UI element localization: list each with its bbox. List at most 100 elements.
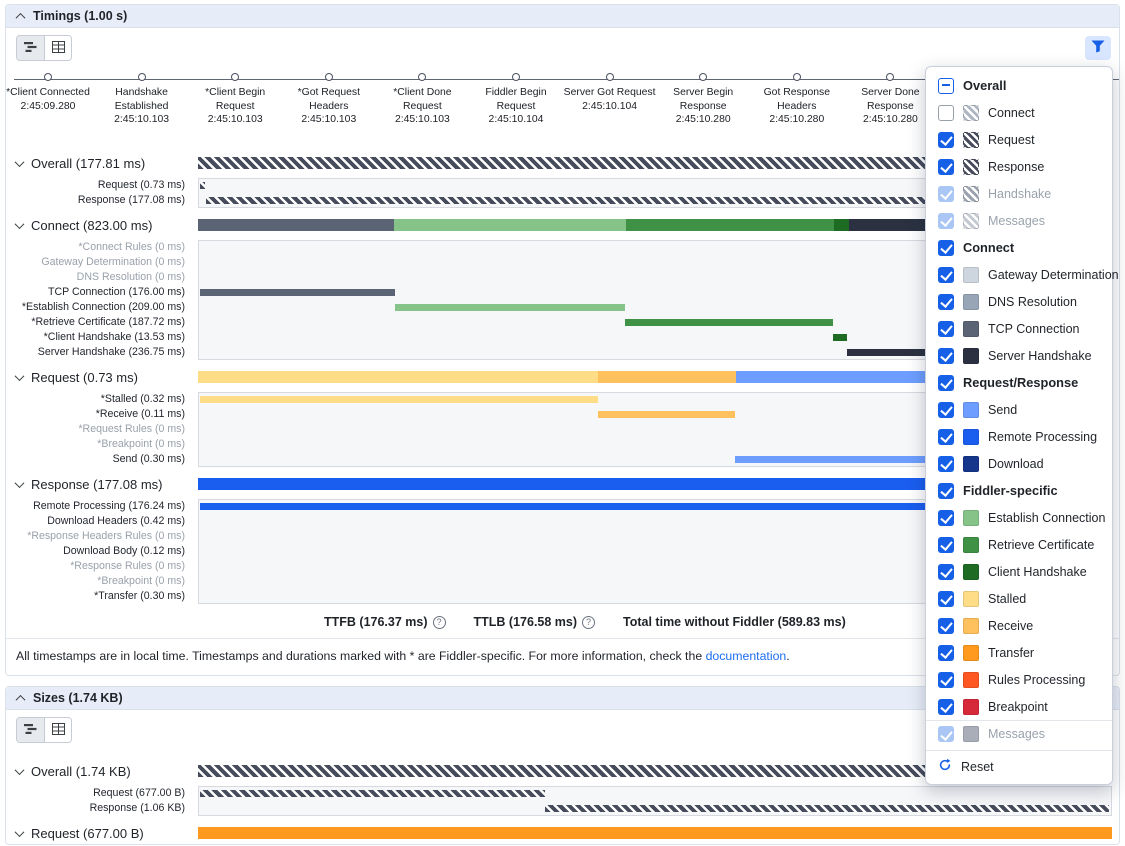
filter-item-handshake[interactable]: Handshake (926, 180, 1112, 207)
checkbox-checked[interactable] (938, 537, 954, 553)
filter-item-establish-connection[interactable]: Establish Connection (926, 504, 1112, 531)
filter-item-overall[interactable]: Overall (926, 72, 1112, 99)
filter-item-connect[interactable]: Connect (926, 99, 1112, 126)
checkbox-unchecked[interactable] (938, 105, 954, 121)
filter-item-messages[interactable]: Messages (926, 720, 1112, 747)
timing-bar-segment (200, 790, 545, 797)
waterfall-view-button[interactable] (17, 718, 44, 742)
timing-bar-segment (200, 289, 395, 296)
checkbox-checked[interactable] (938, 672, 954, 688)
filter-item-stalled[interactable]: Stalled (926, 585, 1112, 612)
filter-item-send[interactable]: Send (926, 396, 1112, 423)
filter-item-server-handshake[interactable]: Server Handshake (926, 342, 1112, 369)
timing-row-label: *Receive (0.11 ms) (6, 407, 191, 422)
color-swatch (963, 186, 979, 202)
checkbox-indeterminate[interactable] (938, 78, 954, 94)
filter-item-client-handshake[interactable]: Client Handshake (926, 558, 1112, 585)
timing-bar-segment (198, 827, 1112, 839)
reset-button[interactable]: Reset (926, 750, 1112, 782)
checkbox-checked[interactable] (938, 294, 954, 310)
milestone-time: 2:45:10.103 (281, 113, 377, 127)
checkbox-disabled[interactable] (938, 726, 954, 742)
documentation-link[interactable]: documentation (706, 649, 787, 663)
color-swatch (963, 510, 979, 526)
timing-bar-segment (395, 304, 626, 311)
checkbox-checked[interactable] (938, 699, 954, 715)
summary-stat-text: Total time without Fiddler (589.83 ms) (623, 615, 846, 629)
color-swatch (963, 132, 979, 148)
table-icon (52, 723, 65, 738)
color-swatch (963, 321, 979, 337)
info-icon[interactable]: ? (582, 616, 595, 629)
timing-row-label: *Transfer (0.30 ms) (6, 589, 191, 604)
filter-item-breakpoint[interactable]: Breakpoint (926, 693, 1112, 720)
checkbox-checked[interactable] (938, 159, 954, 175)
color-swatch (963, 429, 979, 445)
filter-item-label: Send (988, 403, 1017, 417)
filter-item-messages[interactable]: Messages (926, 207, 1112, 234)
checkbox-checked[interactable] (938, 348, 954, 364)
color-swatch (963, 645, 979, 661)
checkbox-checked[interactable] (938, 429, 954, 445)
checkbox-checked[interactable] (938, 456, 954, 472)
filter-item-receive[interactable]: Receive (926, 612, 1112, 639)
filter-menu: OverallConnectRequestResponseHandshakeMe… (925, 66, 1113, 785)
table-view-button[interactable] (44, 718, 71, 742)
group-header[interactable]: Request (677.00 B) (6, 822, 1119, 844)
checkbox-checked[interactable] (938, 375, 954, 391)
milestone-time: 2:45:10.104 (468, 113, 564, 127)
filter-item-dns-resolution[interactable]: DNS Resolution (926, 288, 1112, 315)
chart-group: Request (677.00 B) (6, 822, 1119, 844)
table-view-button[interactable] (44, 36, 71, 60)
checkbox-checked[interactable] (938, 402, 954, 418)
filter-item-tcp-connection[interactable]: TCP Connection (926, 315, 1112, 342)
checkbox-checked[interactable] (938, 321, 954, 337)
waterfall-view-button[interactable] (17, 36, 44, 60)
filter-item-connect[interactable]: Connect (926, 234, 1112, 261)
filter-item-fiddler-specific[interactable]: Fiddler-specific (926, 477, 1112, 504)
color-swatch (963, 537, 979, 553)
filter-item-label: Retrieve Certificate (988, 538, 1094, 552)
info-icon[interactable]: ? (433, 616, 446, 629)
checkbox-disabled[interactable] (938, 213, 954, 229)
filter-button[interactable] (1085, 36, 1111, 60)
filter-item-request-response[interactable]: Request/Response (926, 369, 1112, 396)
timing-row-label: Send (0.30 ms) (6, 452, 191, 467)
timing-bar-segment (626, 219, 834, 231)
filter-item-request[interactable]: Request (926, 126, 1112, 153)
filter-item-retrieve-certificate[interactable]: Retrieve Certificate (926, 531, 1112, 558)
timing-bar-segment (198, 219, 394, 231)
timing-row-label: Request (0.73 ms) (6, 178, 191, 193)
filter-item-remote-processing[interactable]: Remote Processing (926, 423, 1112, 450)
filter-item-download[interactable]: Download (926, 450, 1112, 477)
timing-bar-segment (598, 371, 736, 383)
checkbox-checked[interactable] (938, 267, 954, 283)
view-toggle-group (16, 35, 72, 61)
checkbox-disabled[interactable] (938, 186, 954, 202)
checkbox-checked[interactable] (938, 483, 954, 499)
filter-item-label: Receive (988, 619, 1033, 633)
color-swatch (963, 618, 979, 634)
filter-item-transfer[interactable]: Transfer (926, 639, 1112, 666)
timings-section-header[interactable]: Timings (1.00 s) (6, 5, 1119, 28)
timing-row-label: Download Body (0.12 ms) (6, 544, 191, 559)
group-title: Request (677.00 B) (31, 826, 144, 841)
filter-item-response[interactable]: Response (926, 153, 1112, 180)
color-swatch (963, 213, 979, 229)
filter-item-label: Breakpoint (988, 700, 1048, 714)
checkbox-checked[interactable] (938, 564, 954, 580)
filter-item-gateway-determination[interactable]: Gateway Determination (926, 261, 1112, 288)
checkbox-checked[interactable] (938, 510, 954, 526)
checkbox-checked[interactable] (938, 645, 954, 661)
milestone-dot (418, 73, 426, 81)
milestone-dot (138, 73, 146, 81)
milestone-dot (512, 73, 520, 81)
filter-item-rules-processing[interactable]: Rules Processing (926, 666, 1112, 693)
checkbox-checked[interactable] (938, 240, 954, 256)
timing-bar-segment (625, 319, 832, 326)
timeline-milestone: Fiddler Begin Request2:45:10.104 (468, 68, 564, 127)
checkbox-checked[interactable] (938, 618, 954, 634)
checkbox-checked[interactable] (938, 132, 954, 148)
checkbox-checked[interactable] (938, 591, 954, 607)
collapse-chevron-up-icon (16, 694, 26, 704)
